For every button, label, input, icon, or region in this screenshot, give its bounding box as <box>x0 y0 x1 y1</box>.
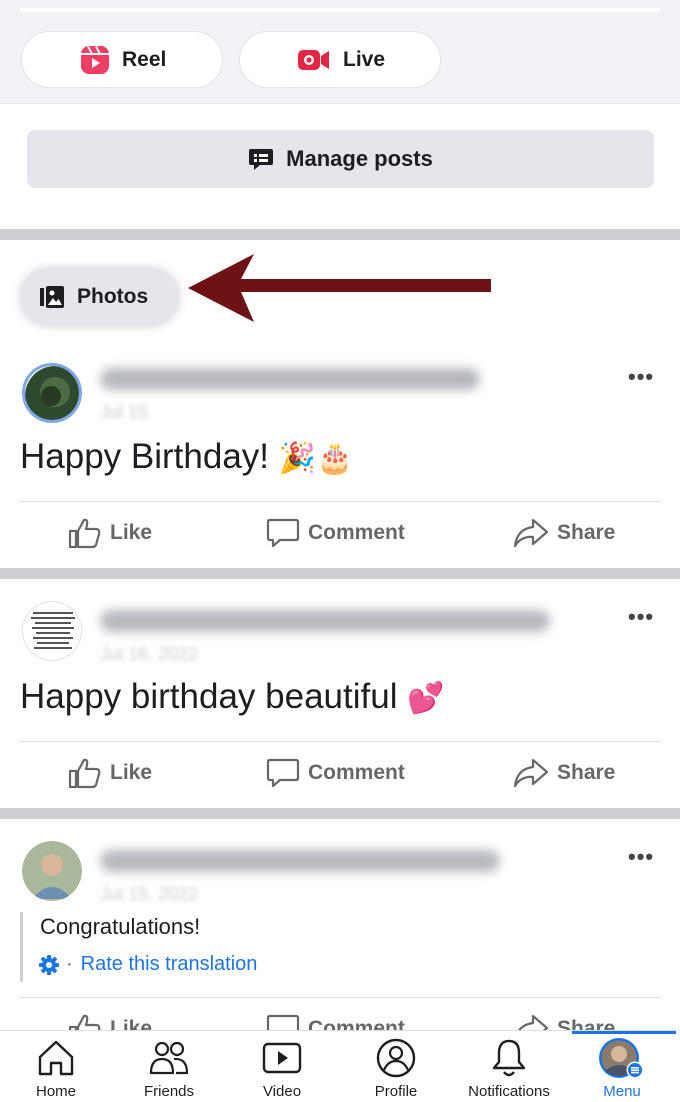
nav-home[interactable]: Home <box>1 1037 111 1100</box>
post-text: Happy Birthday! 🎉🎂 <box>20 437 353 477</box>
nav-menu[interactable]: Menu <box>567 1037 677 1100</box>
post-divider <box>20 741 660 742</box>
photos-filter-button[interactable]: Photos <box>20 268 179 326</box>
post-author-names[interactable] <box>100 610 550 632</box>
separator-dot: · <box>66 953 73 975</box>
gear-icon <box>39 954 59 975</box>
comment-label: Comment <box>308 521 405 544</box>
nav-notifications-label: Notifications <box>468 1083 550 1100</box>
nav-menu-label: Menu <box>603 1083 641 1100</box>
more-options-icon[interactable]: ••• <box>628 604 654 630</box>
avatar[interactable] <box>22 601 82 661</box>
nav-video-label: Video <box>262 1083 302 1100</box>
like-label: Like <box>110 761 153 784</box>
reel-button[interactable]: Reel <box>21 31 223 88</box>
rate-translation-link[interactable]: · Rate this translation <box>38 953 257 976</box>
home-icon <box>38 1040 74 1076</box>
nav-profile[interactable]: Profile <box>341 1037 451 1100</box>
post-text-content: Happy birthday beautiful <box>20 677 408 716</box>
post-actions: Like Comment Share <box>0 503 680 563</box>
comment-button[interactable]: Comment <box>266 503 405 563</box>
thumbs-up-icon <box>68 758 101 789</box>
more-options-icon[interactable]: ••• <box>628 844 654 870</box>
post-text-content: Happy Birthday! <box>20 437 279 476</box>
friends-icon <box>149 1041 189 1075</box>
live-video-icon <box>298 49 329 70</box>
annotation-arrow <box>188 254 491 322</box>
post-date: Jul 15 <box>100 402 149 422</box>
more-options-icon[interactable]: ••• <box>628 364 654 390</box>
reel-label: Reel <box>122 47 167 71</box>
share-button[interactable]: Share <box>513 503 615 563</box>
like-button[interactable]: Like <box>68 503 152 563</box>
reel-icon <box>81 45 109 74</box>
post-separator <box>0 568 680 579</box>
post-divider <box>20 501 660 502</box>
section-separator <box>0 229 680 240</box>
nav-notifications[interactable]: Notifications <box>454 1037 564 1100</box>
manage-posts-label: Manage posts <box>286 146 433 171</box>
manage-posts-button[interactable]: Manage posts <box>27 130 654 188</box>
share-label: Share <box>557 761 616 784</box>
avatar[interactable] <box>22 363 82 423</box>
share-button[interactable]: Share <box>513 743 615 803</box>
post-text: Happy birthday beautiful 💕 <box>20 677 445 717</box>
post-divider <box>20 997 660 998</box>
comment-icon <box>266 758 300 788</box>
profile-icon <box>376 1038 416 1078</box>
live-button[interactable]: Live <box>239 31 441 88</box>
nav-video[interactable]: Video <box>227 1037 337 1100</box>
post-author-names[interactable] <box>100 368 480 390</box>
photos-label: Photos <box>77 285 149 308</box>
share-label: Share <box>557 521 616 544</box>
thumbs-up-icon <box>68 518 101 549</box>
comment-label: Comment <box>308 761 405 784</box>
translated-text: Congratulations! <box>40 914 201 939</box>
post-date: Jul 15, 2022 <box>100 884 199 904</box>
hearts-emoji: 💕 <box>407 682 445 715</box>
comment-button[interactable]: Comment <box>266 743 405 803</box>
photo-album-icon <box>40 286 64 308</box>
speech-bubble-icon <box>249 149 274 170</box>
nav-friends-label: Friends <box>143 1083 195 1100</box>
bell-icon <box>492 1039 526 1077</box>
post-author-names[interactable] <box>100 850 500 872</box>
avatar[interactable] <box>22 841 82 901</box>
like-label: Like <box>110 521 153 544</box>
bottom-nav: Home Friends Video Profile Notifications… <box>0 1030 680 1102</box>
like-button[interactable]: Like <box>68 743 152 803</box>
post-separator <box>0 808 680 819</box>
rate-translation-label: Rate this translation <box>80 953 258 975</box>
post-actions: Like Comment Share <box>0 743 680 803</box>
active-tab-indicator <box>572 1031 676 1034</box>
share-icon <box>513 758 549 788</box>
party-emoji: 🎉🎂 <box>278 442 354 475</box>
create-row: Reel Live <box>0 0 680 104</box>
nav-friends[interactable]: Friends <box>114 1037 224 1100</box>
nav-profile-label: Profile <box>374 1083 418 1100</box>
video-icon <box>262 1042 302 1074</box>
live-label: Live <box>343 47 386 71</box>
share-icon <box>513 518 549 548</box>
top-edge <box>20 8 660 12</box>
translation-quote-bar <box>20 912 23 982</box>
post-date: Jul 16, 2022 <box>100 644 199 664</box>
nav-home-label: Home <box>35 1083 76 1100</box>
menu-avatar-icon <box>599 1038 644 1079</box>
comment-icon <box>266 518 300 548</box>
